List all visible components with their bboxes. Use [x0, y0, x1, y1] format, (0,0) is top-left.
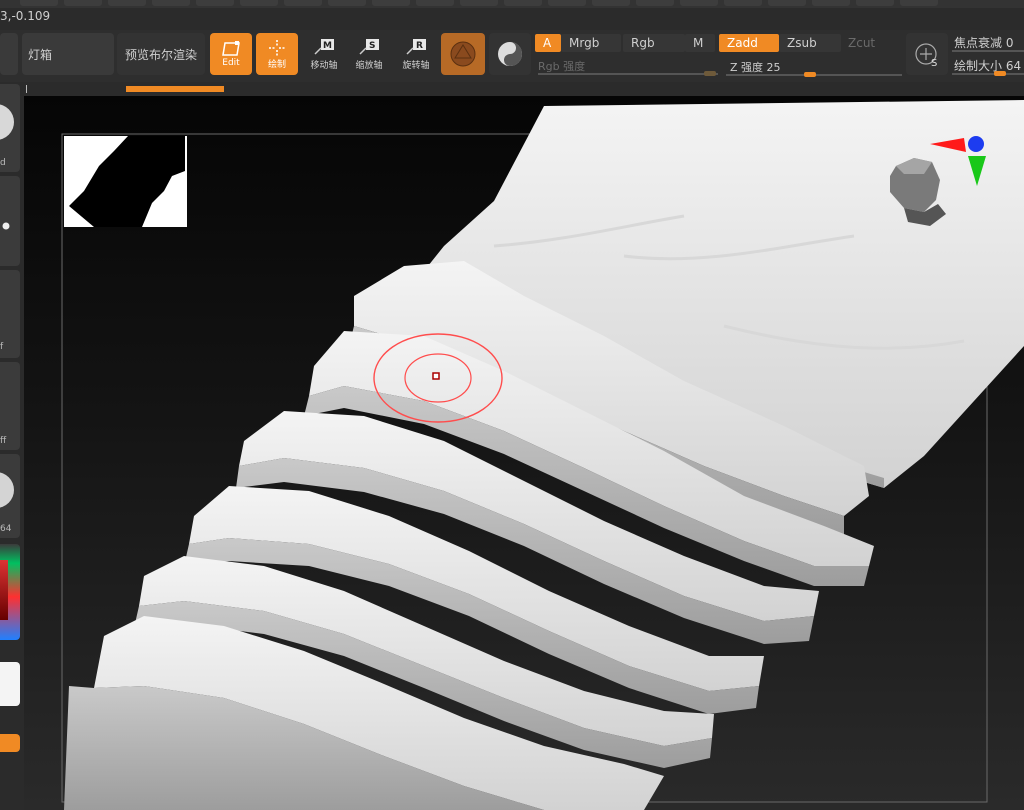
edit-label: Edit	[222, 58, 240, 68]
focal-target-icon: S	[915, 43, 937, 68]
draw-label: 绘制	[267, 59, 286, 70]
color-picker-button[interactable]	[489, 33, 531, 75]
yin-yang-icon	[498, 42, 522, 66]
rgb-intensity-label: Rgb 强度	[538, 60, 586, 73]
move-icon: M	[314, 39, 334, 55]
scale-icon: S	[359, 39, 379, 55]
mrgb-button[interactable]: Mrgb	[561, 34, 621, 52]
draw-size-knob[interactable]	[994, 71, 1006, 76]
s-key: S	[931, 58, 937, 68]
shelf-label-2: f	[0, 342, 4, 352]
zcut-button[interactable]: Zcut	[840, 34, 900, 52]
brush-sphere-icon	[0, 104, 14, 140]
top-toolbar: 灯箱 预览布尔渲染 Edit 绘制 M 移动轴 S 缩放轴 R 旋转轴 A Mr…	[0, 30, 1024, 82]
edit-icon	[222, 41, 240, 56]
zadd-button[interactable]: Zadd	[719, 34, 779, 52]
brush-slot[interactable]: d	[0, 84, 20, 172]
draw-size-slider[interactable]	[952, 73, 1024, 75]
rock-mesh	[64, 100, 1024, 810]
move-button[interactable]: M 移动轴	[304, 38, 344, 71]
stroke-slot[interactable]	[0, 176, 20, 266]
material-button[interactable]	[441, 33, 485, 75]
sculpt-canvas[interactable]	[24, 96, 1024, 810]
shelf-label-1: d	[0, 158, 6, 168]
left-shelf: d f ff 64	[0, 82, 22, 810]
draw-button[interactable]: 绘制	[256, 33, 298, 75]
move-key: M	[323, 41, 332, 51]
a-mode-button[interactable]: A	[535, 34, 561, 52]
left-edge-button[interactable]	[0, 33, 18, 75]
material-sphere-icon	[0, 472, 14, 508]
rotate-key: R	[416, 41, 423, 51]
focal-shift-label: 焦点衰减 0	[954, 36, 1014, 50]
secondary-color-swatch[interactable]	[0, 734, 20, 752]
texture-slot[interactable]: ff	[0, 362, 20, 450]
color-swatch	[0, 560, 8, 620]
rgb-intensity-knob[interactable]	[704, 71, 716, 76]
rotate-label: 旋转轴	[402, 61, 430, 71]
progress-bar	[24, 84, 1024, 94]
alpha-slot[interactable]: f	[0, 270, 20, 358]
move-label: 移动轴	[310, 61, 338, 71]
focal-shift-slider[interactable]	[952, 50, 1024, 52]
rgb-button[interactable]: Rgb	[623, 34, 685, 52]
zsub-button[interactable]: Zsub	[779, 34, 841, 52]
lightbox-button[interactable]: 灯箱	[22, 33, 114, 75]
rotate-button[interactable]: R 旋转轴	[396, 38, 436, 71]
shelf-label-4: 64	[0, 524, 12, 534]
draw-size-label: 绘制大小 64	[954, 59, 1022, 73]
progress-fill	[126, 86, 224, 92]
scale-key: S	[369, 41, 375, 51]
z-intensity-label: Z 强度 25	[730, 61, 781, 74]
stroke-dot-icon	[2, 222, 10, 230]
bpr-preview-button[interactable]: 预览布尔渲染	[117, 33, 205, 75]
material-sphere-icon	[450, 41, 476, 67]
z-intensity-knob[interactable]	[804, 72, 816, 77]
main-color-swatch[interactable]	[0, 662, 20, 706]
color-picker[interactable]	[0, 544, 20, 640]
shelf-label-3: ff	[0, 436, 7, 446]
draw-crosshair-icon	[269, 39, 285, 56]
z-axis-ball	[968, 136, 984, 152]
m-button[interactable]: M	[685, 34, 715, 52]
material-slot[interactable]: 64	[0, 454, 20, 538]
rgb-intensity-slider[interactable]	[538, 73, 718, 75]
brush-settings-button[interactable]: S	[906, 33, 948, 75]
scale-label: 缩放轴	[355, 61, 383, 71]
edit-button[interactable]: Edit	[210, 33, 252, 75]
navigation-thumbnail[interactable]	[64, 136, 187, 227]
canvas-viewport[interactable]	[24, 96, 1024, 810]
rotate-icon: R	[406, 39, 426, 55]
scale-button[interactable]: S 缩放轴	[349, 38, 389, 71]
menu-bar	[0, 0, 1024, 8]
coordinate-readout: 3,-0.109	[0, 9, 51, 23]
